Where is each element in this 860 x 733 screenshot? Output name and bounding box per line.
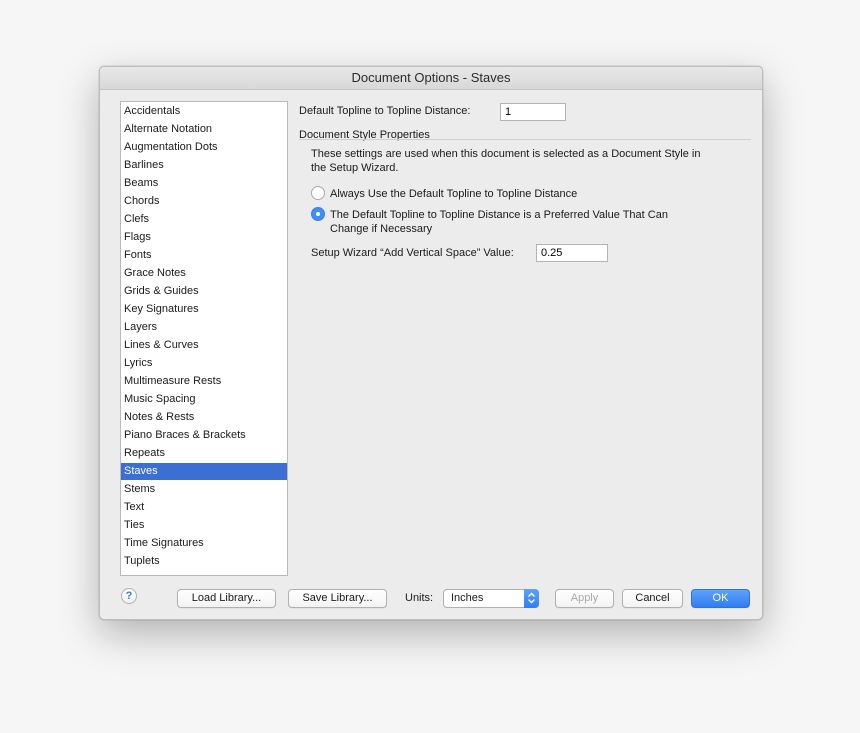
category-item-text[interactable]: Text <box>121 499 287 516</box>
help-button[interactable]: ? <box>121 588 137 604</box>
ok-button[interactable]: OK <box>691 589 750 608</box>
category-item-beams[interactable]: Beams <box>121 175 287 192</box>
document-options-window: Document Options - Staves Accidentals Alt… <box>99 66 763 620</box>
category-item-fonts[interactable]: Fonts <box>121 247 287 264</box>
category-item-chords[interactable]: Chords <box>121 193 287 210</box>
category-item-grace-notes[interactable]: Grace Notes <box>121 265 287 282</box>
category-item-augmentation-dots[interactable]: Augmentation Dots <box>121 139 287 156</box>
wizard-vertical-space-label: Setup Wizard “Add Vertical Space” Value: <box>311 247 514 259</box>
category-item-grids-guides[interactable]: Grids & Guides <box>121 283 287 300</box>
category-item-staves[interactable]: Staves <box>121 463 287 480</box>
category-item-ties[interactable]: Ties <box>121 517 287 534</box>
radio-always-default-label: Always Use the Default Topline to Toplin… <box>330 188 578 200</box>
category-item-piano-braces-brackets[interactable]: Piano Braces & Brackets <box>121 427 287 444</box>
topline-distance-field[interactable] <box>500 103 566 121</box>
category-item-key-signatures[interactable]: Key Signatures <box>121 301 287 318</box>
category-list[interactable]: Accidentals Alternate Notation Augmentatio… <box>120 101 288 576</box>
category-item-time-signatures[interactable]: Time Signatures <box>121 535 287 552</box>
cancel-button[interactable]: Cancel <box>622 589 683 608</box>
apply-button[interactable]: Apply <box>555 589 614 608</box>
category-item-lyrics[interactable]: Lyrics <box>121 355 287 372</box>
radio-preferred-value[interactable] <box>311 207 325 221</box>
load-library-button[interactable]: Load Library... <box>177 589 276 608</box>
section-divider <box>299 139 751 140</box>
category-item-lines-curves[interactable]: Lines & Curves <box>121 337 287 354</box>
category-item-stems[interactable]: Stems <box>121 481 287 498</box>
units-label: Units: <box>405 592 434 604</box>
wizard-vertical-space-field[interactable] <box>536 244 608 262</box>
select-stepper-icon <box>524 589 539 608</box>
category-item-barlines[interactable]: Barlines <box>121 157 287 174</box>
radio-preferred-label-line2: Change if Necessary <box>330 223 433 235</box>
category-item-notes-rests[interactable]: Notes & Rests <box>121 409 287 426</box>
topline-distance-label: Default Topline to Topline Distance: <box>299 105 471 117</box>
radio-preferred-label-line1: The Default Topline to Topline Distance … <box>330 209 668 221</box>
category-item-layers[interactable]: Layers <box>121 319 287 336</box>
category-item-repeats[interactable]: Repeats <box>121 445 287 462</box>
category-item-multimeasure-rests[interactable]: Multimeasure Rests <box>121 373 287 390</box>
units-select[interactable]: Inches <box>443 589 539 608</box>
save-library-button[interactable]: Save Library... <box>288 589 387 608</box>
category-item-alternate-notation[interactable]: Alternate Notation <box>121 121 287 138</box>
category-item-clefs[interactable]: Clefs <box>121 211 287 228</box>
category-item-flags[interactable]: Flags <box>121 229 287 246</box>
section-description: These settings are used when this docume… <box>311 148 701 174</box>
category-item-tuplets[interactable]: Tuplets <box>121 553 287 570</box>
category-item-accidentals[interactable]: Accidentals <box>121 103 287 120</box>
radio-always-default[interactable] <box>311 186 325 200</box>
category-item-music-spacing[interactable]: Music Spacing <box>121 391 287 408</box>
units-select-value: Inches <box>451 592 484 604</box>
window-title: Document Options - Staves <box>100 67 762 90</box>
radio-preferred-value-label: The Default Topline to Topline Distance … <box>330 208 750 236</box>
